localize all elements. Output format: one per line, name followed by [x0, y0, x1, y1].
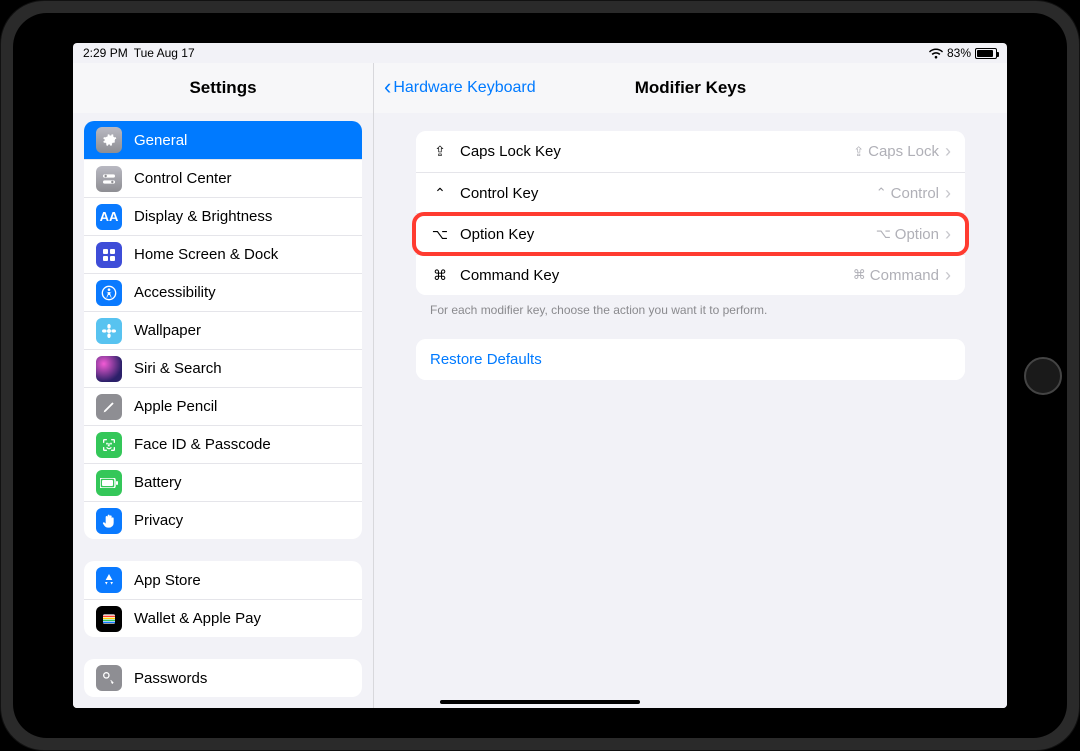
- sidebar-item-label: Apple Pencil: [134, 398, 217, 415]
- restore-defaults-label: Restore Defaults: [430, 351, 951, 368]
- chevron-right-icon: ›: [945, 265, 951, 286]
- home-button[interactable]: [1024, 357, 1062, 395]
- cell-value: ⌃ Control: [876, 185, 939, 202]
- value-symbol: ⌥: [876, 226, 891, 242]
- sidebar-item-pencil[interactable]: Apple Pencil: [84, 387, 362, 425]
- detail-header: ‹ Hardware Keyboard Modifier Keys: [374, 63, 1007, 113]
- restore-table: Restore Defaults: [416, 339, 965, 380]
- flower-icon: [96, 318, 122, 344]
- sidebar-item-label: Battery: [134, 474, 182, 491]
- sidebar-item-passwords[interactable]: Passwords: [84, 659, 362, 697]
- detail-body[interactable]: ⇪ Caps Lock Key ⇪ Caps Lock › ⌃ Con: [374, 113, 1007, 708]
- cell-value: ⌥ Option: [876, 226, 939, 243]
- settings-sidebar: Settings General: [73, 63, 373, 708]
- detail-pane: ‹ Hardware Keyboard Modifier Keys ⇪ Caps…: [373, 63, 1007, 708]
- gear-icon: [96, 127, 122, 153]
- battery-icon: [975, 48, 997, 59]
- sidebar-header: Settings: [73, 63, 373, 113]
- command-icon: ⌘: [430, 267, 450, 284]
- battery-icon: [96, 470, 122, 496]
- sidebar-item-display[interactable]: AA Display & Brightness: [84, 197, 362, 235]
- sidebar-item-home-screen[interactable]: Home Screen & Dock: [84, 235, 362, 273]
- wallet-icon: [96, 606, 122, 632]
- modifier-keys-table: ⇪ Caps Lock Key ⇪ Caps Lock › ⌃ Con: [416, 131, 965, 295]
- text-size-icon: AA: [96, 204, 122, 230]
- sidebar-item-accessibility[interactable]: Accessibility: [84, 273, 362, 311]
- command-row[interactable]: ⌘ Command Key ⌘ Command ›: [416, 254, 965, 295]
- chevron-left-icon: ‹: [384, 76, 391, 98]
- accessibility-icon: [96, 280, 122, 306]
- sidebar-item-battery[interactable]: Battery: [84, 463, 362, 501]
- sidebar-item-wallpaper[interactable]: Wallpaper: [84, 311, 362, 349]
- cell-label: Option Key: [460, 226, 876, 243]
- chevron-right-icon: ›: [945, 183, 951, 204]
- bezel: 2:29 PM Tue Aug 17 83% Settings: [13, 13, 1067, 738]
- control-icon: ⌃: [430, 185, 450, 202]
- cell-value: ⇪ Caps Lock: [853, 143, 939, 160]
- status-time: 2:29 PM: [83, 46, 128, 60]
- status-date: Tue Aug 17: [134, 46, 195, 60]
- control-row[interactable]: ⌃ Control Key ⌃ Control ›: [416, 172, 965, 213]
- sidebar-item-label: Wallet & Apple Pay: [134, 610, 261, 627]
- wifi-icon: [929, 48, 943, 59]
- sidebar-item-faceid[interactable]: Face ID & Passcode: [84, 425, 362, 463]
- sidebar-item-privacy[interactable]: Privacy: [84, 501, 362, 539]
- cell-label: Control Key: [460, 185, 876, 202]
- sidebar-item-wallet[interactable]: Wallet & Apple Pay: [84, 599, 362, 637]
- toggles-icon: [96, 166, 122, 192]
- sidebar-item-label: Control Center: [134, 170, 232, 187]
- sidebar-item-control-center[interactable]: Control Center: [84, 159, 362, 197]
- back-button[interactable]: ‹ Hardware Keyboard: [384, 63, 536, 113]
- sidebar-group-1: General Control Center AA Display & Bri: [84, 121, 362, 539]
- battery-percent: 83%: [947, 46, 971, 60]
- sidebar-item-label: Home Screen & Dock: [134, 246, 278, 263]
- sidebar-item-label: Privacy: [134, 512, 183, 529]
- sidebar-item-label: App Store: [134, 572, 201, 589]
- table-footer-note: For each modifier key, choose the action…: [416, 295, 965, 317]
- value-symbol: ⌘: [853, 267, 866, 283]
- screen: 2:29 PM Tue Aug 17 83% Settings: [73, 43, 1007, 708]
- back-label: Hardware Keyboard: [393, 79, 535, 97]
- sidebar-item-label: Wallpaper: [134, 322, 201, 339]
- sidebar-item-label: Passwords: [134, 670, 207, 687]
- hand-icon: [96, 508, 122, 534]
- sidebar-item-general[interactable]: General: [84, 121, 362, 159]
- chevron-right-icon: ›: [945, 141, 951, 162]
- sidebar-item-app-store[interactable]: App Store: [84, 561, 362, 599]
- chevron-right-icon: ›: [945, 224, 951, 245]
- face-id-icon: [96, 432, 122, 458]
- sidebar-group-3: Passwords: [84, 659, 362, 697]
- sidebar-title: Settings: [189, 78, 256, 98]
- sidebar-item-siri[interactable]: Siri & Search: [84, 349, 362, 387]
- pencil-icon: [96, 394, 122, 420]
- detail-title: Modifier Keys: [635, 78, 746, 98]
- value-symbol: ⇪: [853, 144, 864, 160]
- option-icon: ⌥: [430, 226, 450, 243]
- status-bar: 2:29 PM Tue Aug 17 83%: [73, 43, 1007, 63]
- caps-lock-icon: ⇪: [430, 143, 450, 160]
- cell-label: Command Key: [460, 267, 853, 284]
- sidebar-item-label: Accessibility: [134, 284, 216, 301]
- app-store-icon: [96, 567, 122, 593]
- sidebar-scroll[interactable]: General Control Center AA Display & Bri: [73, 113, 373, 708]
- key-icon: [96, 665, 122, 691]
- ipad-device-frame: 2:29 PM Tue Aug 17 83% Settings: [0, 0, 1080, 751]
- siri-icon: [96, 356, 122, 382]
- restore-defaults-button[interactable]: Restore Defaults: [416, 339, 965, 380]
- grid-icon: [96, 242, 122, 268]
- cell-value: ⌘ Command: [853, 267, 939, 284]
- sidebar-item-label: Face ID & Passcode: [134, 436, 271, 453]
- cell-label: Caps Lock Key: [460, 143, 853, 160]
- sidebar-item-label: General: [134, 132, 187, 149]
- sidebar-item-label: Display & Brightness: [134, 208, 272, 225]
- sidebar-group-2: App Store Wallet & Apple Pay: [84, 561, 362, 637]
- caps-lock-row[interactable]: ⇪ Caps Lock Key ⇪ Caps Lock ›: [416, 131, 965, 172]
- option-row[interactable]: ⌥ Option Key ⌥ Option ›: [416, 213, 965, 254]
- home-indicator[interactable]: [440, 700, 640, 704]
- value-symbol: ⌃: [876, 185, 887, 201]
- sidebar-item-label: Siri & Search: [134, 360, 222, 377]
